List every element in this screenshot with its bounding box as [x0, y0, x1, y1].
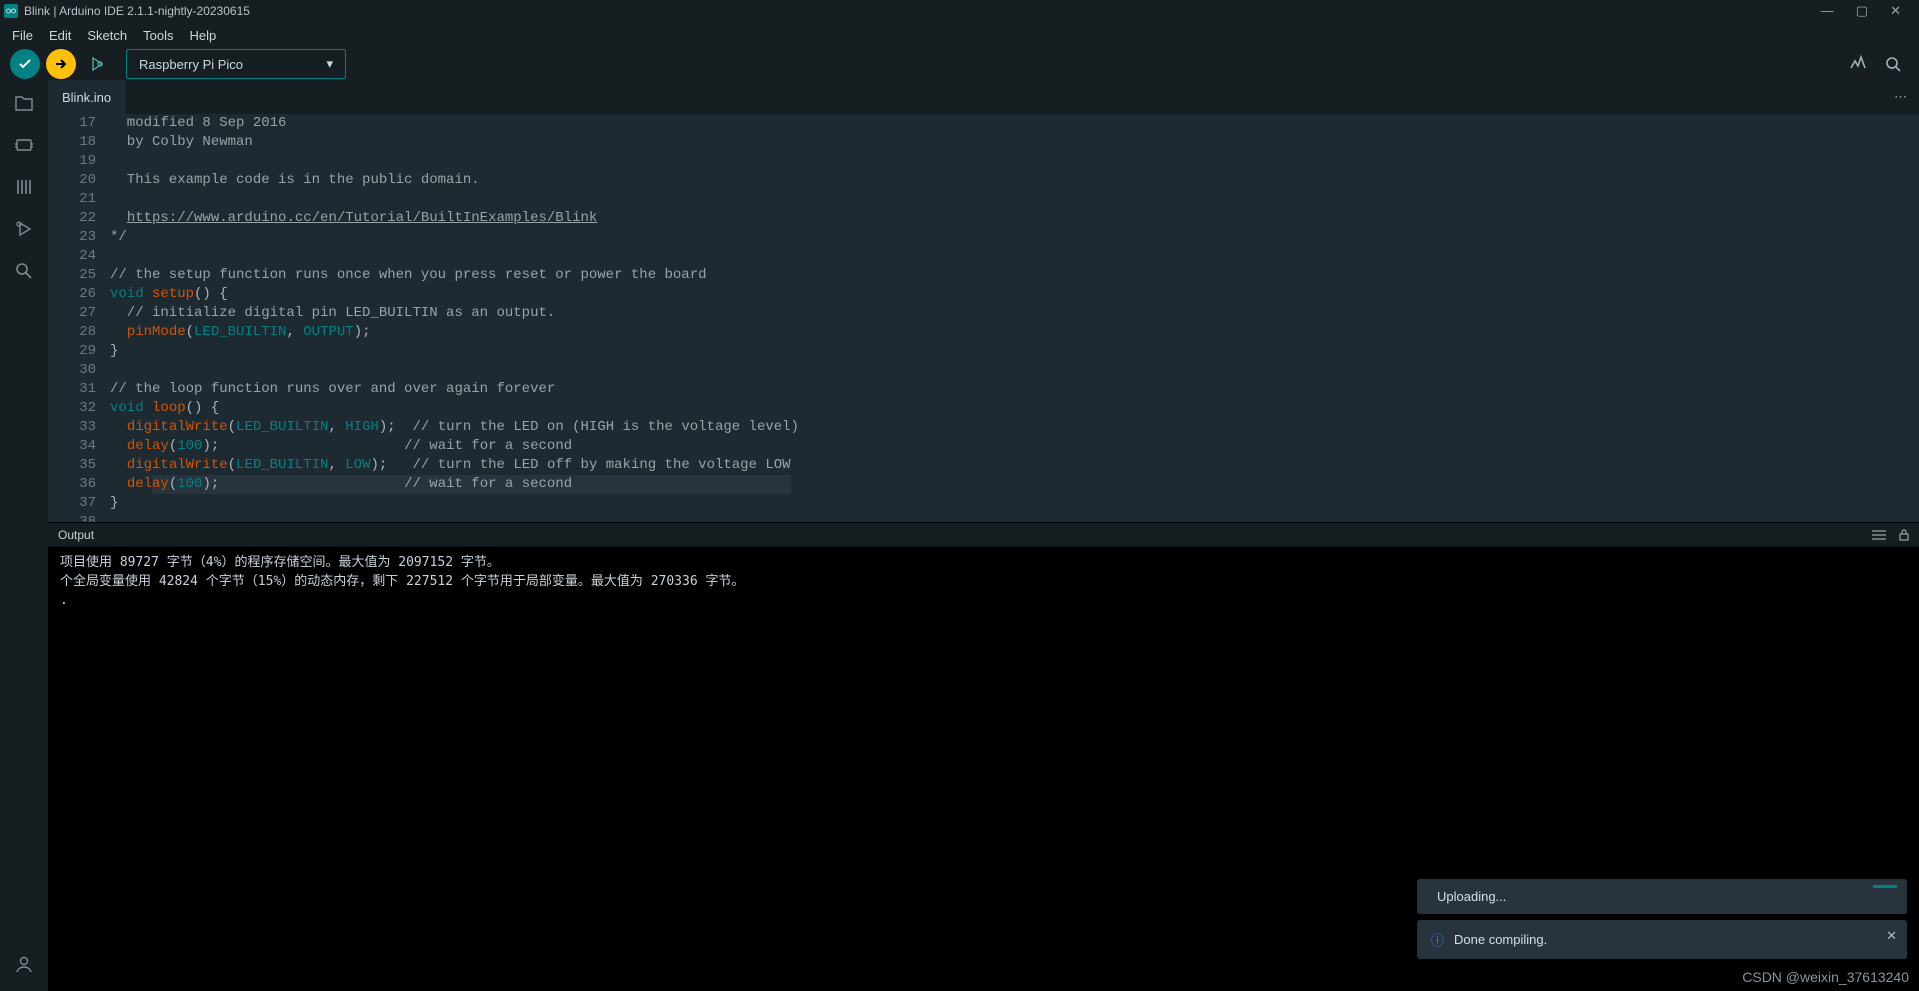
- code-line[interactable]: */: [110, 228, 799, 247]
- line-number: 23: [48, 228, 96, 247]
- maximize-button[interactable]: ▢: [1856, 3, 1868, 19]
- toolbar: Raspberry Pi Pico ▾: [0, 48, 1919, 80]
- chevron-down-icon: ▾: [326, 56, 333, 72]
- board-selector[interactable]: Raspberry Pi Pico ▾: [126, 49, 346, 79]
- account-icon[interactable]: [13, 953, 35, 991]
- upload-button[interactable]: [46, 49, 76, 79]
- code-line[interactable]: This example code is in the public domai…: [110, 171, 799, 190]
- explorer-icon[interactable]: [13, 92, 35, 114]
- tabs-more-icon[interactable]: ⋯: [1882, 80, 1919, 114]
- line-number: 37: [48, 494, 96, 513]
- line-number: 36: [48, 475, 96, 494]
- code-line[interactable]: [110, 513, 799, 522]
- code-line[interactable]: [110, 361, 799, 380]
- menu-item-sketch[interactable]: Sketch: [79, 25, 135, 46]
- line-number: 31: [48, 380, 96, 399]
- code-line[interactable]: [110, 190, 799, 209]
- titlebar: Blink | Arduino IDE 2.1.1-nightly-202306…: [0, 0, 1919, 22]
- code-line[interactable]: digitalWrite(LED_BUILTIN, LOW); // turn …: [110, 456, 799, 475]
- line-number: 28: [48, 323, 96, 342]
- close-button[interactable]: ✕: [1890, 3, 1901, 19]
- verify-button[interactable]: [10, 49, 40, 79]
- line-number: 35: [48, 456, 96, 475]
- output-title: Output: [58, 528, 94, 542]
- menu-item-edit[interactable]: Edit: [41, 25, 79, 46]
- line-number: 26: [48, 285, 96, 304]
- line-number: 30: [48, 361, 96, 380]
- code-line[interactable]: digitalWrite(LED_BUILTIN, HIGH); // turn…: [110, 418, 799, 437]
- code-line[interactable]: void setup() {: [110, 285, 799, 304]
- menu-item-tools[interactable]: Tools: [135, 25, 181, 46]
- code-line[interactable]: }: [110, 342, 799, 361]
- search-icon[interactable]: [13, 260, 35, 282]
- window-title: Blink | Arduino IDE 2.1.1-nightly-202306…: [24, 4, 250, 18]
- uploading-notification: Uploading...: [1417, 879, 1907, 914]
- code-line[interactable]: // the setup function runs once when you…: [110, 266, 799, 285]
- code-line[interactable]: void loop() {: [110, 399, 799, 418]
- code-line[interactable]: // initialize digital pin LED_BUILTIN as…: [110, 304, 799, 323]
- arduino-logo-icon: [4, 4, 18, 18]
- minimize-button[interactable]: —: [1821, 3, 1834, 19]
- line-number: 20: [48, 171, 96, 190]
- line-number: 17: [48, 114, 96, 133]
- code-line[interactable]: [110, 152, 799, 171]
- watermark: CSDN @weixin_37613240: [1742, 969, 1909, 985]
- code-editor[interactable]: 1718192021222324252627282930313233343536…: [48, 114, 1919, 522]
- line-number: 24: [48, 247, 96, 266]
- code-line[interactable]: [110, 247, 799, 266]
- line-number: 21: [48, 190, 96, 209]
- library-manager-icon[interactable]: [13, 176, 35, 198]
- code-line[interactable]: by Colby Newman: [110, 133, 799, 152]
- output-lock-icon[interactable]: [1897, 528, 1911, 542]
- serial-monitor-icon[interactable]: [1883, 54, 1903, 74]
- output-toggle-icon[interactable]: [1871, 528, 1887, 542]
- code-line[interactable]: delay(100); // wait for a second: [110, 475, 799, 494]
- debug-sidebar-icon[interactable]: [13, 218, 35, 240]
- notifications: Uploading... ⓘ Done compiling. ✕: [1417, 879, 1907, 959]
- activity-bar: [0, 80, 48, 991]
- line-number: 27: [48, 304, 96, 323]
- window-controls: — ▢ ✕: [1821, 3, 1915, 19]
- code-line[interactable]: modified 8 Sep 2016: [110, 114, 799, 133]
- code-line[interactable]: https://www.arduino.cc/en/Tutorial/Built…: [110, 209, 799, 228]
- line-number: 38: [48, 513, 96, 522]
- menu-item-file[interactable]: File: [4, 25, 41, 46]
- line-number: 25: [48, 266, 96, 285]
- code-line[interactable]: }: [110, 494, 799, 513]
- code-line[interactable]: pinMode(LED_BUILTIN, OUTPUT);: [110, 323, 799, 342]
- line-number: 18: [48, 133, 96, 152]
- menu-item-help[interactable]: Help: [181, 25, 224, 46]
- line-number: 19: [48, 152, 96, 171]
- file-tab-label: Blink.ino: [62, 90, 111, 105]
- line-number: 34: [48, 437, 96, 456]
- line-number: 33: [48, 418, 96, 437]
- line-number: 29: [48, 342, 96, 361]
- debug-button[interactable]: [82, 49, 112, 79]
- close-icon[interactable]: ✕: [1886, 928, 1897, 944]
- code-line[interactable]: delay(100); // wait for a second: [110, 437, 799, 456]
- notification-text: Uploading...: [1437, 889, 1506, 904]
- line-number: 22: [48, 209, 96, 228]
- notification-text: Done compiling.: [1454, 932, 1547, 947]
- file-tab[interactable]: Blink.ino: [48, 80, 125, 114]
- line-number: 32: [48, 399, 96, 418]
- menubar: FileEditSketchToolsHelp: [0, 22, 1919, 48]
- code-line[interactable]: // the loop function runs over and over …: [110, 380, 799, 399]
- board-name: Raspberry Pi Pico: [139, 57, 243, 72]
- done-compiling-notification: ⓘ Done compiling. ✕: [1417, 920, 1907, 959]
- info-icon: ⓘ: [1431, 930, 1444, 949]
- boards-manager-icon[interactable]: [13, 134, 35, 156]
- progress-accent: [1873, 885, 1897, 888]
- serial-plotter-icon[interactable]: [1849, 54, 1869, 74]
- editor-tabs: Blink.ino ⋯: [48, 80, 1919, 114]
